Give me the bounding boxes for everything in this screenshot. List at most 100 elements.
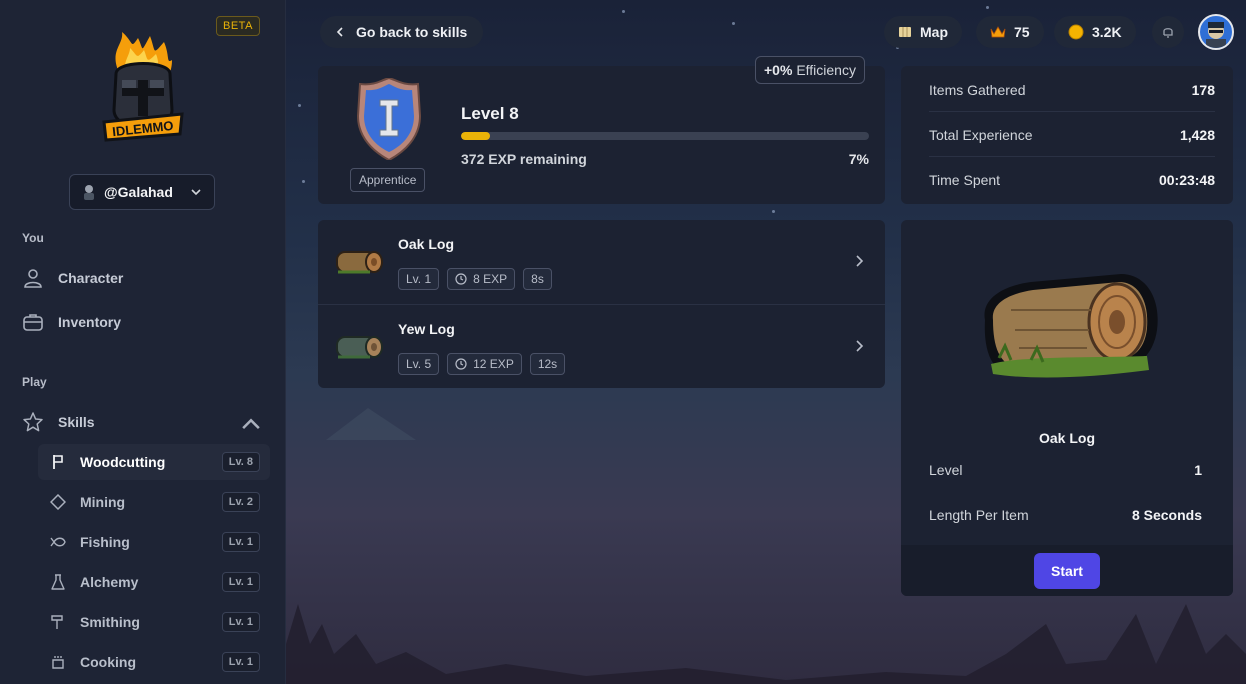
- rank-shield-icon: [356, 78, 422, 160]
- item-time-tag: 12s: [529, 353, 566, 375]
- skill-item-mining[interactable]: Mining Lv. 2: [38, 484, 270, 520]
- back-to-skills-button[interactable]: Go back to skills: [320, 16, 484, 48]
- user-select[interactable]: @Galahad: [69, 174, 215, 210]
- briefcase-icon: [23, 314, 43, 331]
- efficiency-label: Efficiency: [796, 62, 856, 78]
- detail-row-length: Length Per Item 8 Seconds: [929, 507, 1202, 523]
- bell-icon: [1163, 28, 1173, 38]
- skill-label: Cooking: [80, 654, 136, 670]
- map-icon: [899, 27, 911, 37]
- map-button[interactable]: Map: [884, 16, 962, 48]
- yew-log-icon: [336, 336, 383, 359]
- detail-footer: Start: [901, 545, 1233, 596]
- exp-remaining: 372 EXP remaining: [461, 151, 587, 167]
- chevron-down-icon: [191, 189, 201, 196]
- skill-stats-card: Items Gathered 178 Total Experience 1,42…: [901, 66, 1233, 204]
- xp-progress-bar: [461, 132, 869, 140]
- back-label: Go back to skills: [356, 24, 468, 40]
- stat-label: Items Gathered: [929, 81, 1026, 98]
- nav-item-character[interactable]: Character: [22, 262, 268, 294]
- flask-icon: [51, 574, 65, 590]
- skill-label: Mining: [80, 494, 126, 510]
- skill-level-badge: Lv. 2: [221, 492, 260, 512]
- gold-coin-icon: [1068, 24, 1084, 40]
- star-icon: [23, 412, 43, 432]
- background-mountain: [326, 408, 416, 440]
- hammer-icon: [51, 615, 63, 629]
- chevron-up-icon[interactable]: [240, 414, 262, 436]
- item-exp-value: 8 EXP: [473, 272, 508, 286]
- nav-item-label: Inventory: [58, 314, 122, 330]
- idlemmo-logo[interactable]: IDLEMMO: [100, 30, 186, 142]
- chevron-right-icon: [856, 255, 864, 267]
- crown-icon: [990, 26, 1006, 38]
- nav-item-inventory[interactable]: Inventory: [22, 306, 268, 338]
- skill-item-woodcutting[interactable]: Woodcutting Lv. 8: [38, 444, 270, 480]
- xp-progress-fill: [461, 132, 490, 140]
- skill-level-badge: Lv. 1: [221, 612, 260, 632]
- section-label-you: You: [22, 231, 44, 245]
- nav-item-label: Character: [58, 270, 124, 286]
- map-label: Map: [920, 24, 948, 40]
- detail-value: 8 Seconds: [1131, 507, 1202, 523]
- skill-level-badge: Lv. 1: [221, 652, 260, 672]
- axe-icon: [53, 455, 63, 469]
- background-star: [732, 22, 735, 25]
- skill-item-alchemy[interactable]: Alchemy Lv. 1: [38, 564, 270, 600]
- item-row-yew-log[interactable]: Yew Log Lv. 5 12 EXP 12s: [318, 304, 885, 388]
- skill-level-card: +0% Efficiency Apprentice Level 8 372 EX…: [318, 56, 885, 204]
- gatherable-items-list: Oak Log Lv. 1 8 EXP 8s Yew Log Lv. 5 12 …: [318, 220, 885, 388]
- efficiency-badge: +0% Efficiency: [755, 56, 865, 84]
- skill-item-fishing[interactable]: Fishing Lv. 1: [38, 524, 270, 560]
- skill-label: Alchemy: [80, 574, 139, 590]
- stat-row-total-experience: Total Experience 1,428: [929, 113, 1215, 157]
- item-row-oak-log[interactable]: Oak Log Lv. 1 8 EXP 8s: [318, 220, 885, 304]
- item-tags: Lv. 1 8 EXP 8s: [398, 268, 552, 290]
- background-star: [302, 180, 305, 183]
- chevron-right-icon: [856, 340, 864, 352]
- detail-row-level: Level 1: [929, 462, 1202, 478]
- start-button[interactable]: Start: [1034, 553, 1100, 589]
- skill-level-badge: Lv. 1: [221, 532, 260, 552]
- notifications-button[interactable]: [1152, 16, 1184, 48]
- chevron-left-icon: [336, 27, 343, 37]
- background-star: [622, 10, 625, 13]
- main-area: Go back to skills Map 75 3.2K +0% Effici…: [286, 0, 1246, 684]
- skill-item-smithing[interactable]: Smithing Lv. 1: [38, 604, 270, 640]
- efficiency-value: +0%: [764, 62, 793, 78]
- stat-value: 178: [1191, 81, 1215, 98]
- diamond-icon: [50, 494, 66, 510]
- stat-value: 00:23:48: [1158, 172, 1215, 188]
- item-exp-value: 12 EXP: [473, 357, 514, 371]
- oak-log-icon: [336, 251, 383, 274]
- stat-row-time-spent: Time Spent 00:23:48: [929, 158, 1215, 202]
- oak-log-large-icon: [984, 274, 1158, 378]
- clock-icon: [455, 358, 467, 370]
- stat-label: Time Spent: [929, 172, 1001, 188]
- character-avatar-icon: [84, 185, 94, 200]
- detail-item-name: Oak Log: [1038, 430, 1095, 446]
- skill-level-badge: Lv. 8: [221, 452, 260, 472]
- background-star: [986, 6, 989, 9]
- selected-item-detail-card: Oak Log Level 1 Length Per Item 8 Second…: [901, 220, 1233, 596]
- crown-count: 75: [1014, 24, 1030, 40]
- item-tags: Lv. 5 12 EXP 12s: [398, 353, 566, 375]
- stat-value: 1,428: [1179, 126, 1215, 143]
- user-avatar[interactable]: [1198, 14, 1234, 50]
- skill-level-badge: Lv. 1: [221, 572, 260, 592]
- pot-icon: [52, 656, 64, 669]
- nav-item-skills[interactable]: Skills: [22, 406, 268, 438]
- item-name: Oak Log: [398, 236, 455, 252]
- section-label-play: Play: [22, 375, 47, 389]
- username: @Galahad: [104, 184, 173, 200]
- skill-item-cooking[interactable]: Cooking Lv. 1: [38, 644, 270, 680]
- crown-counter[interactable]: 75: [976, 16, 1044, 48]
- clock-icon: [455, 273, 467, 285]
- sidebar: BETA IDLEMMO @Galahad You Character Inve…: [0, 0, 286, 684]
- stat-label: Total Experience: [929, 126, 1033, 143]
- stat-row-items-gathered: Items Gathered 178: [929, 68, 1215, 112]
- item-name: Yew Log: [398, 321, 455, 337]
- gold-counter[interactable]: 3.2K: [1054, 16, 1136, 48]
- item-level-tag: Lv. 5: [398, 353, 440, 375]
- gold-count: 3.2K: [1092, 24, 1122, 40]
